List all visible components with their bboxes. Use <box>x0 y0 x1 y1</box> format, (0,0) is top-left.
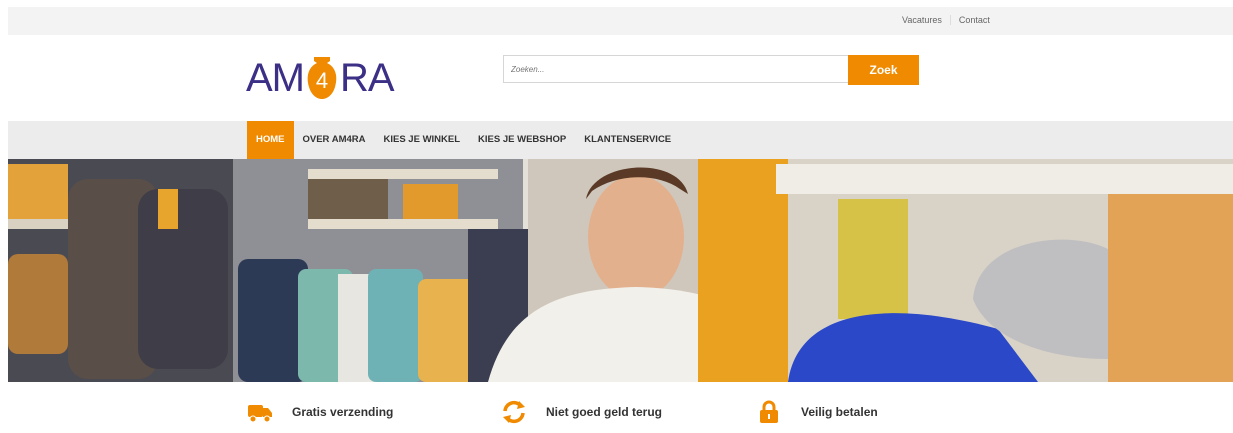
features-bar: Gratis verzending Niet goed geld terug V… <box>0 400 1233 430</box>
top-bar: Vacatures Contact <box>8 7 1233 35</box>
contact-link[interactable]: Contact <box>949 15 998 25</box>
top-links: Vacatures Contact <box>894 15 998 25</box>
vacatures-link[interactable]: Vacatures <box>894 15 950 25</box>
feature-money-back: Niet goed geld terug <box>501 400 662 424</box>
feature-secure-payment-label: Veilig betalen <box>801 405 878 419</box>
logo-four: 4 <box>316 68 328 93</box>
nav-over-am4ra[interactable]: OVER AM4RA <box>294 121 375 159</box>
lock-icon <box>760 400 778 423</box>
nav-klantenservice[interactable]: KLANTENSERVICE <box>575 121 680 159</box>
truck-icon <box>248 405 272 423</box>
hero-banner[interactable] <box>8 159 1233 382</box>
nav-home[interactable]: HOME <box>247 121 294 159</box>
search-input[interactable] <box>503 55 852 83</box>
amphora-icon: 4 <box>305 55 339 101</box>
feature-secure-payment: Veilig betalen <box>756 400 878 424</box>
logo-text-right: RA <box>340 55 395 100</box>
search-button[interactable]: Zoek <box>848 55 919 85</box>
logo[interactable]: AM 4 RA <box>246 52 395 104</box>
nav-kies-je-winkel[interactable]: KIES JE WINKEL <box>375 121 470 159</box>
feature-shipping: Gratis verzending <box>247 400 393 424</box>
main-nav: HOME OVER AM4RA KIES JE WINKEL KIES JE W… <box>8 121 1233 159</box>
feature-money-back-label: Niet goed geld terug <box>546 405 663 419</box>
search-bar: Zoek <box>503 55 919 85</box>
feature-shipping-label: Gratis verzending <box>292 405 394 419</box>
logo-text-left: AM <box>246 55 305 100</box>
refresh-icon <box>503 400 525 424</box>
hero-image <box>8 159 1233 382</box>
nav-kies-je-webshop[interactable]: KIES JE WEBSHOP <box>469 121 575 159</box>
